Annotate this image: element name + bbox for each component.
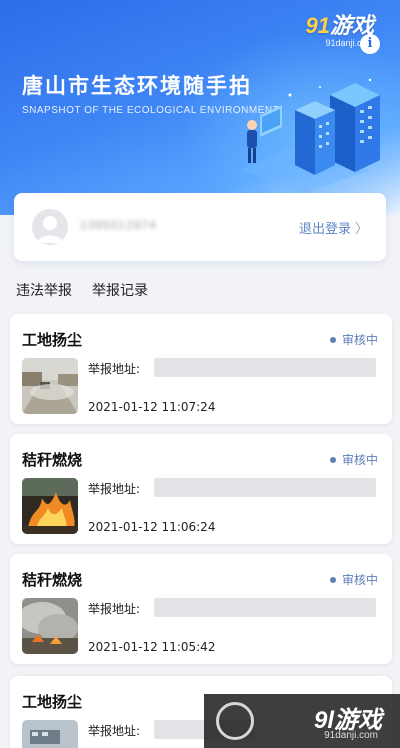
tab-bar: 违法举报 举报记录	[16, 280, 168, 316]
user-icon	[37, 216, 63, 243]
banner-title: 唐山市生态环境随手拍	[22, 74, 252, 98]
fire-photo	[22, 478, 78, 534]
status-label: 审核中	[341, 453, 378, 467]
tab-report-records[interactable]: 举报记录	[92, 280, 148, 316]
dust-road-photo	[22, 358, 78, 414]
address-label: 举报地址:	[88, 724, 141, 738]
report-card[interactable]: 秸秆燃烧 审核中 举报地址: 2021-01-12 11:06:24	[10, 434, 392, 544]
chevron-right-icon: 〉	[354, 222, 368, 237]
report-time: 2021-01-12 11:06:24	[88, 520, 216, 534]
address-value-redacted	[154, 358, 376, 377]
construction-photo	[22, 720, 78, 748]
user-card: 1385012974 退出登录〉	[14, 193, 386, 261]
address-label: 举报地址:	[88, 362, 141, 376]
report-title: 秸秆燃烧	[22, 451, 83, 469]
report-title: 工地扬尘	[22, 331, 83, 349]
tab-violation-report[interactable]: 违法举报	[16, 280, 72, 308]
logout-label: 退出登录	[298, 222, 351, 237]
status-dot-icon	[329, 336, 336, 343]
report-title: 秸秆燃烧	[22, 571, 83, 589]
smoke-photo	[22, 598, 78, 654]
status-badge: 审核中	[329, 331, 378, 348]
username: 1385012974	[80, 218, 157, 232]
header-banner: 91游戏 91danji.com i 唐山市生态环境随手拍 SNAPSHOT O…	[0, 0, 400, 215]
report-thumbnail[interactable]	[22, 598, 78, 654]
status-dot-icon	[329, 576, 336, 583]
report-card[interactable]: 工地扬尘 审核中 举报地址: 2021-01-12 11:07:24	[10, 314, 392, 424]
info-icon[interactable]: i	[360, 34, 380, 54]
status-label: 审核中	[341, 573, 378, 587]
status-label: 审核中	[341, 333, 378, 347]
watermark-logo-icon	[216, 702, 254, 740]
address-value-redacted	[154, 478, 376, 497]
status-badge: 审核中	[329, 571, 378, 588]
watermark-bottom: 9l游戏 91danji.com	[204, 694, 400, 748]
report-thumbnail[interactable]	[22, 478, 78, 534]
address-value-redacted	[154, 598, 376, 617]
address-label: 举报地址:	[88, 482, 141, 496]
report-title: 工地扬尘	[22, 693, 83, 711]
watermark-bottom-url: 91danji.com	[324, 730, 378, 741]
report-card[interactable]: 秸秆燃烧 审核中 举报地址: 2021-01-12 11:05:42	[10, 554, 392, 664]
avatar[interactable]	[32, 209, 68, 245]
report-thumbnail[interactable]	[22, 358, 78, 414]
address-label: 举报地址:	[88, 602, 141, 616]
status-dot-icon	[329, 456, 336, 463]
isometric-city-illustration	[240, 78, 380, 193]
status-badge: 审核中	[329, 451, 378, 468]
report-thumbnail[interactable]	[22, 720, 78, 748]
watermark-brand-number: 91	[305, 13, 330, 38]
report-time: 2021-01-12 11:05:42	[88, 640, 216, 654]
logout-button[interactable]: 退出登录〉	[299, 218, 368, 237]
report-time: 2021-01-12 11:07:24	[88, 400, 216, 414]
